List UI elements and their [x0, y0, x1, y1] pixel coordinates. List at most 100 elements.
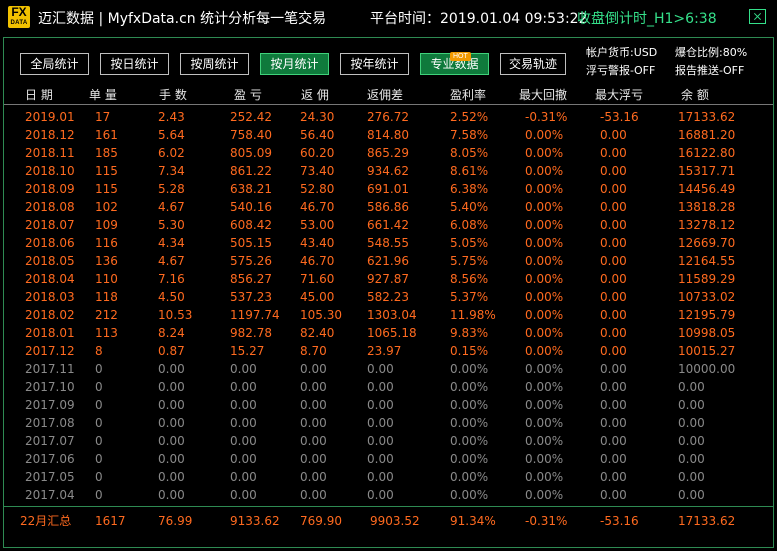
table-cell: 6.02	[158, 146, 185, 160]
table-cell: 0.00%	[525, 380, 564, 394]
table-cell: 0.00	[300, 398, 327, 412]
tab-trade-track[interactable]: 交易轨迹	[500, 53, 566, 75]
table-cell: 0.00	[600, 290, 627, 304]
table-cell: 0	[95, 380, 103, 394]
table-cell: 2017.08	[25, 416, 75, 430]
table-cell: 0.00%	[525, 272, 564, 286]
table-cell: 8.70	[300, 344, 327, 358]
table-cell: 0.00	[158, 398, 185, 412]
tab-overall[interactable]: 全局统计	[20, 53, 89, 75]
table-cell: 0.00%	[525, 362, 564, 376]
table-cell: 0.00%	[525, 164, 564, 178]
table-cell: 0	[95, 470, 103, 484]
table-cell: 0.00	[600, 308, 627, 322]
table-cell: 2017.04	[25, 488, 75, 502]
table-cell: 2018.10	[25, 164, 75, 178]
table-cell: 0.00	[230, 380, 257, 394]
table-cell: 17133.62	[678, 110, 736, 124]
summary-row: 22月汇总 1617 76.99 9133.62 769.90 9903.52 …	[4, 512, 773, 530]
table-cell: 0.00	[600, 470, 627, 484]
hot-badge: HOT	[450, 52, 471, 61]
table-cell: 0	[95, 452, 103, 466]
table-cell: 2017.11	[25, 362, 75, 376]
table-cell: 118	[95, 290, 118, 304]
table-cell: 0.00%	[450, 452, 489, 466]
table-row: 2018.01 113 8.24 982.78 82.40 1065.18 9.83% 0.0…	[4, 324, 773, 342]
table-row: 2019.01 17 2.43 252.42 24.30 276.72 2.52% -0.31…	[4, 108, 773, 126]
table-cell: 0.00%	[525, 470, 564, 484]
table-cell: 136	[95, 254, 118, 268]
table-cell: 2017.12	[25, 344, 75, 358]
table-cell: 105.30	[300, 308, 342, 322]
table-cell: 9.83%	[450, 326, 489, 340]
table-cell: 0.00	[367, 380, 394, 394]
col-lots: 手 数	[159, 88, 187, 102]
table-cell: 0.00	[600, 416, 627, 430]
table-cell: 586.86	[367, 200, 409, 214]
table-cell: 0	[95, 362, 103, 376]
float-loss-alert[interactable]: 浮亏警报-OFF	[586, 62, 655, 78]
col-max-drawdown: 最大回撤	[519, 88, 568, 102]
table-cell: 537.23	[230, 290, 272, 304]
table-cell: 8.61%	[450, 164, 489, 178]
table-cell: 12669.70	[678, 236, 736, 250]
table-cell: 934.62	[367, 164, 409, 178]
table-cell: 185	[95, 146, 118, 160]
table-row: 2018.08 102 4.67 540.16 46.70 586.86 5.40% 0.00…	[4, 198, 773, 216]
table-cell: 0.00	[230, 362, 257, 376]
table-cell: 6.38%	[450, 182, 489, 196]
table-row: 2018.07 109 5.30 608.42 53.00 661.42 6.08% 0.00…	[4, 216, 773, 234]
table-cell: 0.00	[230, 470, 257, 484]
table-row: 2018.04 110 7.16 856.27 71.60 927.87 8.56% 0.00…	[4, 270, 773, 288]
tab-weekly[interactable]: 按周统计	[180, 53, 249, 75]
title-bar: FX DATA 迈汇数据 | MyfxData.cn 统计分析每一笔交易 平台时…	[0, 0, 777, 34]
table-row: 2018.12 161 5.64 758.40 56.40 814.80 7.58% 0.00…	[4, 126, 773, 144]
tab-daily[interactable]: 按日统计	[100, 53, 169, 75]
table-cell: 14456.49	[678, 182, 736, 196]
table-cell: 109	[95, 218, 118, 232]
summary-cell: 9133.62	[230, 514, 280, 528]
table-row: 2018.03 118 4.50 537.23 45.00 582.23 5.37% 0.00…	[4, 288, 773, 306]
table-cell: 0.00	[600, 128, 627, 142]
table-cell: 46.70	[300, 254, 335, 268]
table-cell: 0.00	[230, 398, 257, 412]
table-cell: 0.00	[600, 218, 627, 232]
table-cell: 0.00	[230, 434, 257, 448]
table-cell: 0.00	[678, 416, 705, 430]
table-cell: 115	[95, 182, 118, 196]
table-cell: 0.00%	[525, 128, 564, 142]
table-cell: 60.20	[300, 146, 335, 160]
table-cell: 0.00%	[525, 326, 564, 340]
close-icon[interactable]	[749, 9, 766, 24]
table-cell: 0.00	[158, 416, 185, 430]
table-cell: 758.40	[230, 128, 272, 142]
table-cell: 0.00	[678, 452, 705, 466]
tab-yearly[interactable]: 按年统计	[340, 53, 409, 75]
table-cell: 0.00%	[450, 416, 489, 430]
table-row: 2018.11 185 6.02 805.09 60.20 865.29 8.05% 0.00…	[4, 144, 773, 162]
table-row: 2017.05 0 0.00 0.00 0.00 0.00 0.00% 0.00% 0.00 0.…	[4, 468, 773, 486]
table-cell: 17	[95, 110, 111, 124]
table-row: 2017.10 0 0.00 0.00 0.00 0.00 0.00% 0.00% 0.00 0.…	[4, 378, 773, 396]
table-cell: 0.00	[367, 470, 394, 484]
col-rebate: 返 佣	[301, 88, 329, 102]
table-cell: 0.00%	[525, 308, 564, 322]
table-cell: 12195.79	[678, 308, 736, 322]
tab-monthly[interactable]: 按月统计	[260, 53, 329, 75]
table-cell: 0.00%	[525, 254, 564, 268]
table-cell: 0.00	[367, 488, 394, 502]
table-cell: 115	[95, 164, 118, 178]
table-cell: 814.80	[367, 128, 409, 142]
table-cell: 0.00%	[450, 434, 489, 448]
table-cell: 0	[95, 416, 103, 430]
table-cell: 608.42	[230, 218, 272, 232]
table-cell: 0.00	[367, 398, 394, 412]
report-push[interactable]: 报告推送-OFF	[675, 62, 744, 78]
table-cell: 2018.06	[25, 236, 75, 250]
summary-cell: 9903.52	[370, 514, 420, 528]
table-cell: 0.00	[300, 416, 327, 430]
table-cell: 0.00	[600, 452, 627, 466]
table-header: 日 期 单 量 手 数 盈 亏 返 佣 返佣差 盈利率 最大回撤 最大浮亏 余 …	[4, 84, 773, 105]
table-cell: 0.00	[158, 434, 185, 448]
table-cell: 0.00	[600, 236, 627, 250]
